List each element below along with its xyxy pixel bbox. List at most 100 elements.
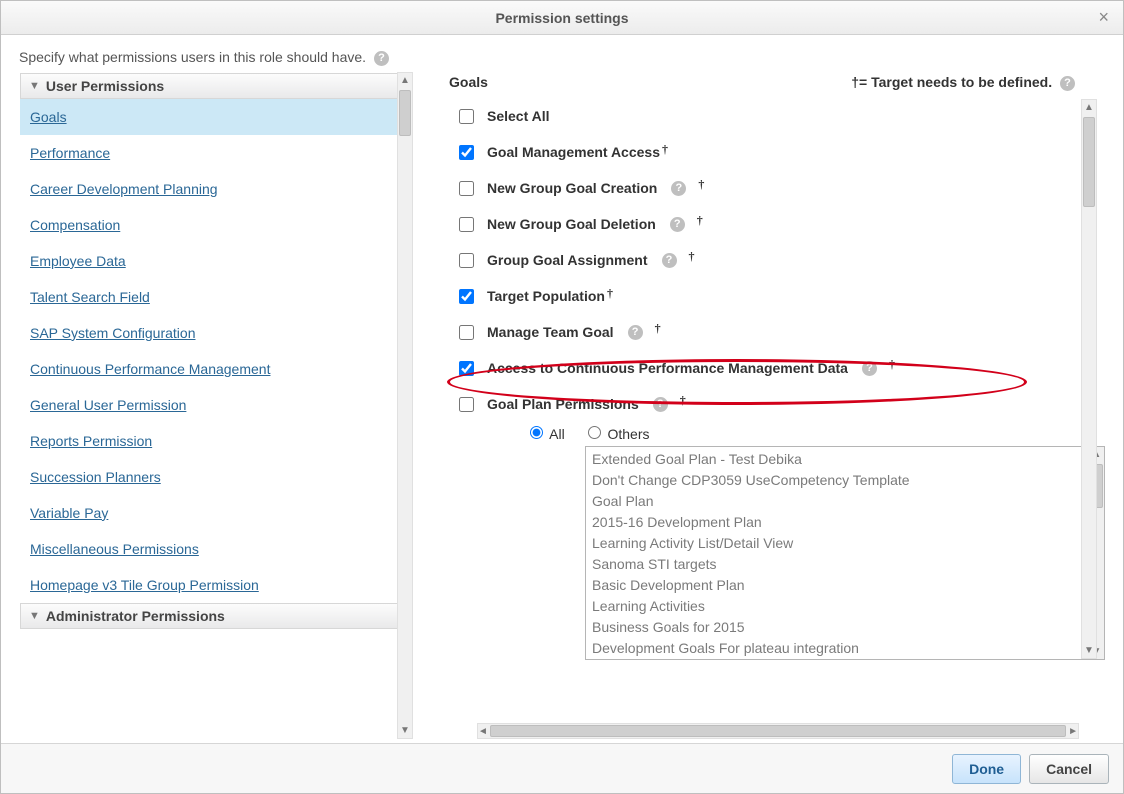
checkbox-goal-plan-permissions[interactable] [459,397,474,412]
goal-plan-list-inner: Extended Goal Plan - Test Debika Don't C… [586,447,1104,660]
permission-new-group-goal-deletion: New Group Goal Deletion ? † [455,207,1105,243]
help-icon[interactable]: ? [671,181,686,196]
scrollbar-thumb[interactable] [490,725,1066,737]
permission-settings-dialog: Permission settings × Specify what permi… [0,0,1124,794]
checkbox-target-population[interactable] [459,289,474,304]
sidebar-item-homepage-v3-tile-group-permission[interactable]: Homepage v3 Tile Group Permission [20,567,412,603]
help-icon[interactable]: ? [670,217,685,232]
sidebar-scroll-area: ▼ User Permissions Goals Performance Car… [19,72,413,739]
help-icon[interactable]: ? [653,397,668,412]
scrollbar-thumb[interactable] [399,90,411,136]
checkbox-access-cpm-data[interactable] [459,361,474,376]
sidebar-item-talent-search-field[interactable]: Talent Search Field [20,279,412,315]
help-icon[interactable]: ? [628,325,643,340]
sidebar-item-miscellaneous-permissions[interactable]: Miscellaneous Permissions [20,531,412,567]
list-item[interactable]: 2015-16 Development Plan [592,512,1098,533]
section-user-permissions-items: Goals Performance Career Development Pla… [20,99,412,603]
permission-label: Select All [487,108,550,124]
radio-all[interactable] [530,426,543,439]
scroll-down-icon[interactable]: ▼ [1084,643,1094,658]
dagger-icon: † [698,177,704,192]
panel-scrollbar[interactable]: ▲ ▼ [1081,99,1097,659]
scroll-up-icon[interactable]: ▲ [1084,100,1094,115]
radio-all-text: All [549,426,565,442]
dagger-icon: † [662,142,668,156]
help-icon[interactable]: ? [862,361,877,376]
permission-label: New Group Goal Creation [487,180,657,196]
sidebar-item-career-development-planning[interactable]: Career Development Planning [20,171,412,207]
help-icon[interactable]: ? [1060,76,1075,91]
permissions-body: Select All Goal Management Access† New G… [447,99,1105,739]
permission-label: Access to Continuous Performance Managem… [487,360,848,376]
permission-access-cpm-data: Access to Continuous Performance Managem… [455,351,1105,387]
sidebar-item-succession-planners[interactable]: Succession Planners [20,459,412,495]
checkbox-select-all[interactable] [459,109,474,124]
dialog-footer: Done Cancel [1,743,1123,793]
sidebar-item-variable-pay[interactable]: Variable Pay [20,495,412,531]
checkbox-group-goal-assignment[interactable] [459,253,474,268]
section-label: Administrator Permissions [46,608,225,624]
permission-text: Goal Management Access [487,144,660,160]
target-legend: †= Target needs to be defined. ? [851,74,1075,91]
permission-label: Goal Management Access† [487,144,668,161]
radio-others-text: Others [607,426,649,442]
sidebar-item-compensation[interactable]: Compensation [20,207,412,243]
cancel-button[interactable]: Cancel [1029,754,1109,784]
section-administrator-permissions[interactable]: ▼ Administrator Permissions [20,603,412,629]
radio-others[interactable] [588,426,601,439]
scroll-up-icon[interactable]: ▲ [400,73,410,88]
permission-select-all: Select All [455,99,1105,135]
list-item[interactable]: Sanoma STI targets [592,554,1098,575]
list-item[interactable]: Business Goals for 2015 [592,617,1098,638]
list-item[interactable]: Development Goals For plateau integratio… [592,638,1098,659]
permission-label: Group Goal Assignment [487,252,648,268]
help-icon[interactable]: ? [662,253,677,268]
permission-manage-team-goal: Manage Team Goal ? † [455,315,1105,351]
goal-plan-scope-radios: All Others [455,423,1105,442]
permissions-panel: Goals †= Target needs to be defined. ? S… [413,72,1105,739]
scroll-right-icon[interactable]: ► [1068,724,1078,739]
scrollbar-thumb[interactable] [1083,117,1095,207]
list-item[interactable]: Learning Activity List/Detail View [592,533,1098,554]
radio-others-label[interactable]: Others [583,426,650,442]
instruction-label: Specify what permissions users in this r… [19,49,366,65]
list-item[interactable]: Don't Change CDP3059 UseCompetency Templ… [592,470,1098,491]
sidebar-item-general-user-permission[interactable]: General User Permission [20,387,412,423]
help-icon[interactable]: ? [374,51,389,66]
checkbox-new-group-goal-creation[interactable] [459,181,474,196]
chevron-down-icon: ▼ [29,80,40,92]
sidebar-item-continuous-performance-management[interactable]: Continuous Performance Management [20,351,412,387]
dagger-icon: † [889,357,895,372]
done-button[interactable]: Done [952,754,1021,784]
permission-new-group-goal-creation: New Group Goal Creation ? † [455,171,1105,207]
dagger-icon: † [689,249,695,264]
list-item[interactable]: Basic Development Plan [592,575,1098,596]
scroll-down-icon[interactable]: ▼ [400,723,410,738]
goal-plan-listbox[interactable]: Extended Goal Plan - Test Debika Don't C… [585,446,1105,660]
checkbox-new-group-goal-deletion[interactable] [459,217,474,232]
sidebar-item-reports-permission[interactable]: Reports Permission [20,423,412,459]
section-user-permissions[interactable]: ▼ User Permissions [20,73,412,99]
list-item[interactable]: Learning Activities [592,596,1098,617]
sidebar-item-performance[interactable]: Performance [20,135,412,171]
checkbox-manage-team-goal[interactable] [459,325,474,340]
dagger-icon: † [680,393,686,408]
panel-hscrollbar[interactable]: ◄ ► [477,723,1079,739]
dialog-title: Permission settings [495,10,628,26]
list-item[interactable]: Extended Goal Plan - Test Debika [592,449,1098,470]
permission-label: Manage Team Goal [487,324,614,340]
dagger-icon: † [607,286,613,300]
sidebar-item-employee-data[interactable]: Employee Data [20,243,412,279]
permission-label: Target Population† [487,288,613,305]
list-item[interactable]: Goal Plan [592,491,1098,512]
sidebar-item-sap-system-configuration[interactable]: SAP System Configuration [20,315,412,351]
sidebar-scrollbar[interactable]: ▲ ▼ [397,72,413,739]
sidebar-item-goals[interactable]: Goals [20,99,412,135]
close-icon[interactable]: × [1092,7,1115,28]
scroll-left-icon[interactable]: ◄ [478,724,488,739]
permissions-title: Goals [449,74,488,90]
permission-goal-management-access: Goal Management Access† [455,135,1105,171]
radio-all-label[interactable]: All [525,426,565,442]
dagger-icon: † [697,213,703,228]
checkbox-goal-management-access[interactable] [459,145,474,160]
